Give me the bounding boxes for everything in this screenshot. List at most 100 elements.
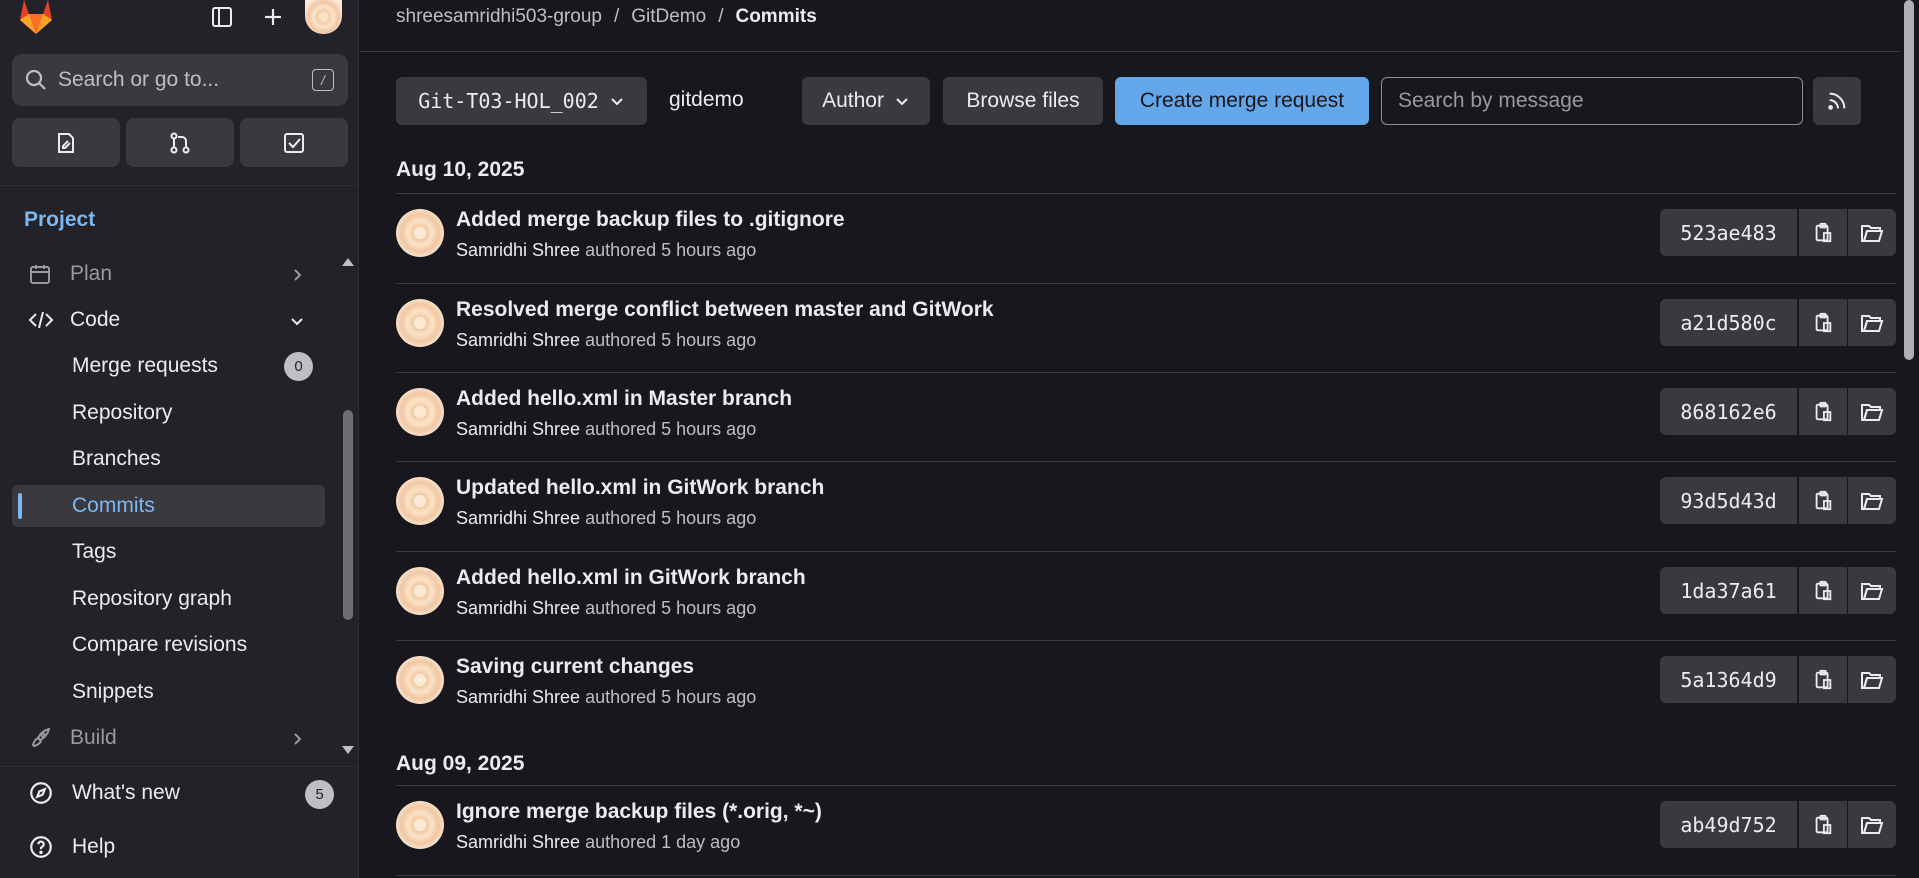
issues-button[interactable]	[12, 118, 120, 167]
commit-title[interactable]: Added hello.xml in Master branch	[456, 387, 792, 411]
author-dropdown[interactable]: Author	[802, 77, 930, 125]
commit-meta: Samridhi Shree authored 5 hours ago	[456, 240, 756, 261]
commit-author[interactable]: Samridhi Shree	[456, 240, 580, 260]
commit-sha[interactable]: a21d580c	[1660, 299, 1797, 346]
sidebar-item-build[interactable]: Build	[12, 717, 325, 759]
author-avatar[interactable]	[396, 656, 444, 704]
branch-name: Git-T03-HOL_002	[418, 89, 599, 113]
commit-sha[interactable]: ab49d752	[1660, 801, 1797, 848]
commit-sha[interactable]: 523ae483	[1660, 209, 1797, 256]
browse-commit-files-button[interactable]	[1848, 299, 1896, 346]
author-avatar[interactable]	[396, 801, 444, 849]
rss-button[interactable]	[1813, 77, 1861, 125]
commit-author[interactable]: Samridhi Shree	[456, 598, 580, 618]
author-avatar[interactable]	[396, 477, 444, 525]
chevron-down-icon	[289, 311, 305, 335]
sidebar-item-repository-graph[interactable]: Repository graph	[12, 578, 325, 620]
plus-icon[interactable]	[255, 0, 291, 34]
search-icon	[25, 69, 46, 90]
commit-author[interactable]: Samridhi Shree	[456, 687, 580, 707]
author-avatar[interactable]	[396, 388, 444, 436]
browse-commit-files-button[interactable]	[1848, 209, 1896, 256]
sidebar-item-label: Build	[70, 726, 117, 749]
section-title: Project	[24, 208, 96, 231]
commit-title[interactable]: Saving current changes	[456, 655, 694, 679]
author-avatar[interactable]	[396, 209, 444, 257]
sidebar-item-commits[interactable]: Commits	[12, 485, 325, 527]
copy-icon	[1815, 401, 1832, 421]
help-icon	[30, 836, 52, 858]
merge-requests-button[interactable]	[126, 118, 234, 167]
sidebar-item-snippets[interactable]: Snippets	[12, 671, 325, 713]
collapse-sidebar-icon[interactable]	[204, 0, 240, 34]
todo-check-icon	[284, 132, 304, 153]
commit-row: Saving current changes Samridhi Shree au…	[396, 641, 1896, 730]
search-input[interactable]: Search or go to... /	[12, 54, 348, 106]
sidebar-item-label: Branches	[72, 447, 161, 470]
folder-icon	[1861, 582, 1884, 600]
commit-author[interactable]: Samridhi Shree	[456, 330, 580, 350]
copy-icon	[1815, 490, 1832, 510]
browse-commit-files-button[interactable]	[1848, 567, 1896, 614]
commit-time: authored 5 hours ago	[585, 598, 757, 618]
breadcrumb-current[interactable]: Commits	[735, 6, 816, 28]
branch-dropdown[interactable]: Git-T03-HOL_002	[396, 77, 647, 125]
commit-sha[interactable]: 93d5d43d	[1660, 477, 1797, 524]
copy-sha-button[interactable]	[1799, 477, 1847, 524]
create-merge-request-button[interactable]: Create merge request	[1115, 77, 1369, 125]
browse-commit-files-button[interactable]	[1848, 477, 1896, 524]
whats-new-label: What's new	[72, 781, 180, 804]
sidebar-item-code[interactable]: Code	[12, 299, 325, 341]
commit-meta: Samridhi Shree authored 1 day ago	[456, 832, 740, 853]
sidebar-item-plan[interactable]: Plan	[12, 253, 325, 295]
folder-icon	[1861, 492, 1884, 510]
sidebar-item-branches[interactable]: Branches	[12, 438, 325, 480]
sidebar-item-repository[interactable]: Repository	[12, 392, 325, 434]
commit-sha[interactable]: 868162e6	[1660, 388, 1797, 435]
browse-files-button[interactable]: Browse files	[943, 77, 1103, 125]
commit-author[interactable]: Samridhi Shree	[456, 419, 580, 439]
sidebar-scroll-thumb[interactable]	[343, 410, 353, 620]
help-button[interactable]: Help	[28, 827, 115, 867]
commit-sha[interactable]: 1da37a61	[1660, 567, 1797, 614]
browse-commit-files-button[interactable]	[1848, 801, 1896, 848]
sidebar-item-merge-requests[interactable]: Merge requests 0	[12, 345, 325, 387]
copy-sha-button[interactable]	[1799, 299, 1847, 346]
todo-button[interactable]	[240, 118, 348, 167]
author-avatar[interactable]	[396, 567, 444, 615]
commit-title[interactable]: Resolved merge conflict between master a…	[456, 298, 994, 322]
chevron-right-icon	[289, 729, 305, 753]
commit-author[interactable]: Samridhi Shree	[456, 832, 580, 852]
copy-sha-button[interactable]	[1799, 209, 1847, 256]
divider	[0, 185, 359, 186]
copy-icon	[1815, 669, 1832, 689]
commit-author[interactable]: Samridhi Shree	[456, 508, 580, 528]
copy-sha-button[interactable]	[1799, 801, 1847, 848]
copy-sha-button[interactable]	[1799, 656, 1847, 703]
sidebar-item-tags[interactable]: Tags	[12, 531, 325, 573]
copy-icon	[1815, 312, 1832, 332]
page-scroll-thumb[interactable]	[1904, 0, 1914, 360]
search-by-message-input[interactable]	[1381, 77, 1803, 125]
whats-new-count: 5	[305, 780, 334, 809]
whats-new-button[interactable]: What's new	[28, 773, 180, 813]
user-avatar[interactable]	[305, 0, 342, 34]
browse-commit-files-button[interactable]	[1848, 388, 1896, 435]
commit-meta: Samridhi Shree authored 5 hours ago	[456, 687, 756, 708]
breadcrumb-group[interactable]: shreesamridhi503-group	[396, 6, 602, 28]
copy-sha-button[interactable]	[1799, 567, 1847, 614]
commit-title[interactable]: Added merge backup files to .gitignore	[456, 208, 845, 232]
commit-time: authored 5 hours ago	[585, 330, 757, 350]
copy-sha-button[interactable]	[1799, 388, 1847, 435]
gitlab-logo-icon[interactable]	[16, 0, 56, 36]
commit-title[interactable]: Updated hello.xml in GitWork branch	[456, 476, 824, 500]
commit-title[interactable]: Added hello.xml in GitWork branch	[456, 566, 806, 590]
browse-commit-files-button[interactable]	[1848, 656, 1896, 703]
sidebar-item-label: Repository	[72, 401, 173, 424]
commit-title[interactable]: Ignore merge backup files (*.orig, *~)	[456, 800, 822, 824]
commit-meta: Samridhi Shree authored 5 hours ago	[456, 330, 756, 351]
commit-sha[interactable]: 5a1364d9	[1660, 656, 1797, 703]
breadcrumb-project[interactable]: GitDemo	[631, 6, 706, 28]
sidebar-item-compare-revisions[interactable]: Compare revisions	[12, 624, 325, 666]
author-avatar[interactable]	[396, 299, 444, 347]
